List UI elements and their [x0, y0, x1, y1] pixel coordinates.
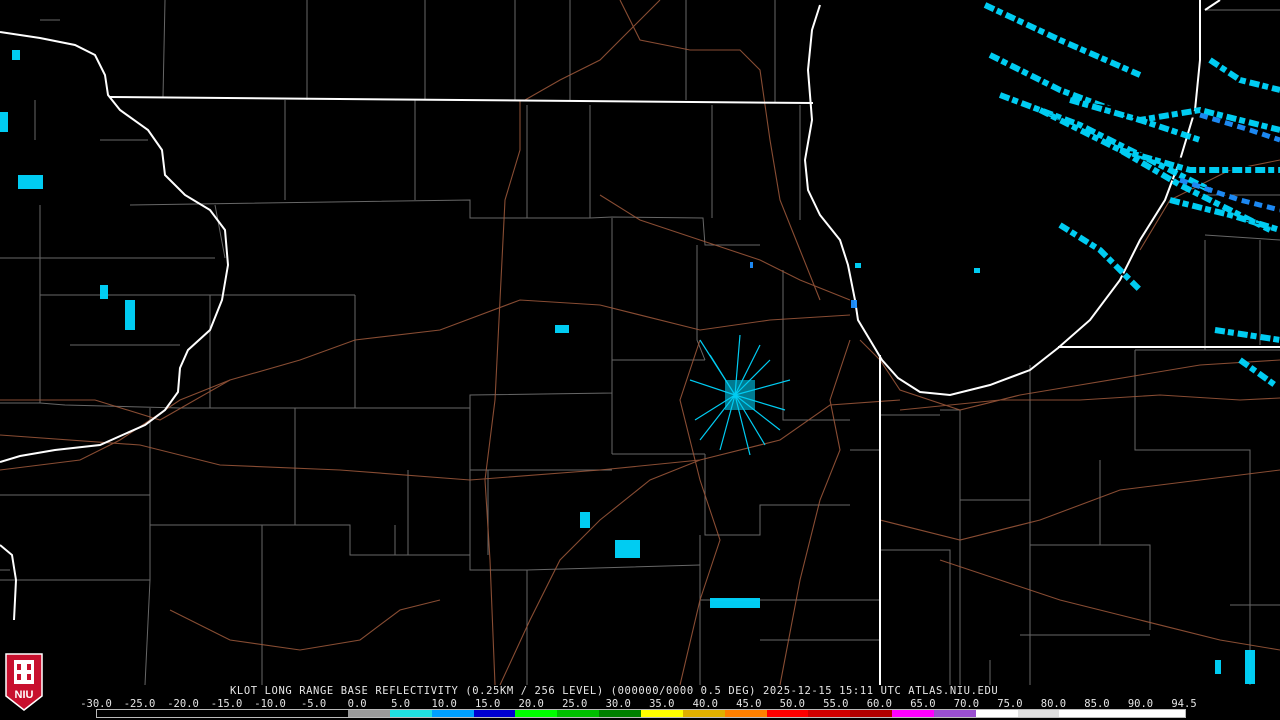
- scale-color-segment: [222, 710, 265, 717]
- reflectivity-color-bar: [96, 709, 1186, 718]
- scale-color-segment: [682, 710, 725, 717]
- scale-color-segment: [473, 710, 516, 717]
- scale-color-segment: [389, 710, 432, 717]
- scale-color-segment: [180, 710, 223, 717]
- scale-color-segment: [850, 710, 893, 717]
- product-caption: KLOT LONG RANGE BASE REFLECTIVITY (0.25K…: [230, 685, 999, 697]
- scale-color-segment: [808, 710, 851, 717]
- reflectivity-scale-labels: -30.0 -25.0 -20.0 -15.0 -10.0 -5.0 0.0 5.0 10.0 1…: [80, 698, 1196, 710]
- scale-color-segment: [892, 710, 934, 717]
- scale-color-segment: [1017, 710, 1060, 717]
- scale-color-segment: [1059, 710, 1102, 717]
- scale-color-segment: [264, 710, 307, 717]
- niu-logo: NIU: [5, 653, 43, 711]
- scale-color-segment: [640, 710, 683, 717]
- scale-color-segment: [1143, 710, 1185, 717]
- scale-color-segment: [138, 710, 181, 717]
- scale-color-segment: [431, 710, 474, 717]
- scale-color-segment: [1101, 710, 1144, 717]
- scale-color-segment: [97, 710, 139, 717]
- scale-color-segment: [724, 710, 767, 717]
- scale-color-segment: [975, 710, 1018, 717]
- scale-color-segment: [348, 710, 390, 717]
- svg-text:NIU: NIU: [15, 689, 34, 701]
- radar-map: [0, 0, 1280, 685]
- scale-color-segment: [515, 710, 558, 717]
- scale-color-segment: [306, 710, 349, 717]
- scale-color-segment: [557, 710, 600, 717]
- scale-color-segment: [599, 710, 641, 717]
- scale-color-segment: [933, 710, 976, 717]
- scale-color-segment: [766, 710, 809, 717]
